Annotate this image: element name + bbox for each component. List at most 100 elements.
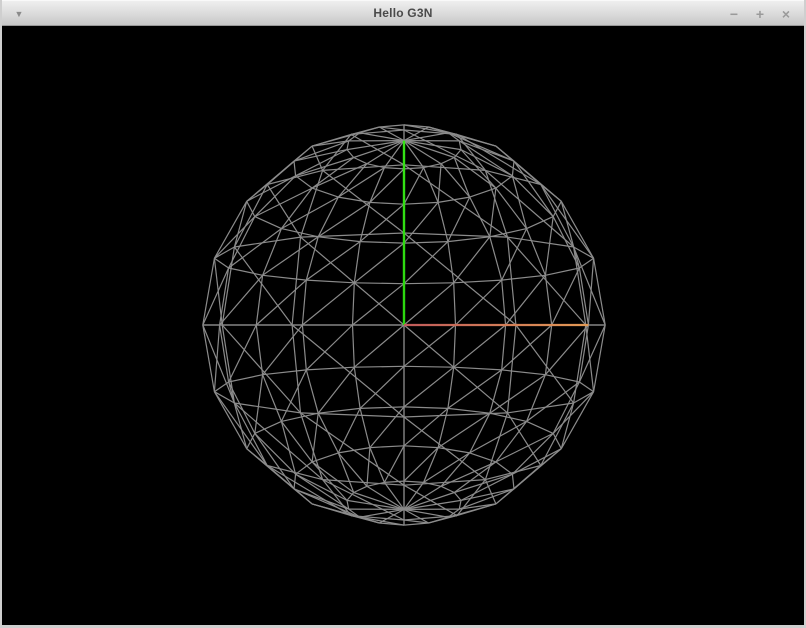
wireframe-edge xyxy=(354,283,404,284)
wireframe-edge xyxy=(360,366,404,408)
wireframe-edge xyxy=(234,403,267,466)
wireframe-edge xyxy=(214,258,222,325)
wireframe-edge xyxy=(485,413,507,480)
wireframe-edge xyxy=(367,448,370,487)
wireframe-edge xyxy=(234,201,246,247)
wireframe-edge xyxy=(496,462,513,474)
3d-viewport[interactable] xyxy=(2,26,804,625)
wireframe-edge xyxy=(404,202,438,204)
wireframe-edge xyxy=(281,413,318,421)
wireframe-edge xyxy=(496,421,527,462)
wireframe-edge xyxy=(490,237,502,280)
wireframe-edge xyxy=(214,325,219,392)
wireframe-edge xyxy=(203,258,215,325)
wireframe-edge xyxy=(404,141,461,150)
wireframe-edge xyxy=(247,176,296,202)
wireframe-edge xyxy=(448,242,454,283)
wireframe-edge xyxy=(448,367,454,408)
wireframe-edge xyxy=(553,433,561,448)
wireframe-edge xyxy=(502,325,506,370)
wireframe-edge xyxy=(281,421,312,462)
app-window: ▼ Hello G3N − + × xyxy=(0,0,806,628)
wireframe-edge xyxy=(318,408,360,413)
wireframe-edge xyxy=(229,375,263,382)
wireframe-edge xyxy=(306,370,318,413)
wireframe-edge xyxy=(545,268,579,275)
viewport-canvas[interactable] xyxy=(2,26,804,625)
wireframe-edge xyxy=(347,141,349,150)
wireframe-edge xyxy=(454,493,461,501)
close-button[interactable]: × xyxy=(778,4,794,24)
wireframe-edge xyxy=(545,375,579,382)
wireframe-edge xyxy=(354,367,360,408)
wireframe-edge xyxy=(384,482,404,509)
wireframe-edge xyxy=(354,243,404,283)
wireframe-edge xyxy=(203,268,229,325)
wireframe-edge xyxy=(454,367,502,370)
wireframe-edge xyxy=(438,202,448,241)
wireframe-edge xyxy=(301,170,323,237)
wireframe-edge xyxy=(312,413,318,462)
wireframe-edge xyxy=(404,481,424,482)
wireframe-edge xyxy=(306,242,360,281)
wireframe-edge xyxy=(301,233,405,237)
wireframe-edge xyxy=(527,421,554,433)
wireframe-edge xyxy=(296,176,313,188)
wireframe-edge xyxy=(347,500,404,509)
wireframe-edge xyxy=(508,237,516,325)
wireframe-edge xyxy=(404,407,448,409)
wireframe-edge xyxy=(354,141,404,158)
wireframe-edge xyxy=(263,370,307,375)
wireframe-edge xyxy=(574,325,586,403)
wireframe-edge xyxy=(318,237,360,242)
wireframe-edge xyxy=(306,325,352,370)
wireframe-edge xyxy=(502,370,546,375)
wireframe-edge xyxy=(263,275,307,280)
wireframe-edge xyxy=(234,247,292,325)
wireframe-edge xyxy=(438,448,470,453)
wireframe-edge xyxy=(404,366,454,367)
wireframe-edge xyxy=(353,325,355,367)
wireframe-edge xyxy=(354,158,367,164)
wireframe-edge xyxy=(384,168,404,169)
wireframe-edge xyxy=(456,280,502,325)
wireframe-edge xyxy=(234,185,267,248)
wireframe-edge xyxy=(553,382,579,433)
wireframe-edge xyxy=(222,247,234,325)
wireframe-edge xyxy=(448,408,490,413)
wireframe-edge xyxy=(338,197,370,202)
window-titlebar: ▼ Hello G3N − + × xyxy=(2,0,804,26)
wireframe-edge xyxy=(470,197,490,237)
wireframe-edge xyxy=(579,325,605,382)
wireframe-edge xyxy=(441,158,454,164)
wireframe-edge xyxy=(404,242,448,244)
wireframe-edge xyxy=(502,280,506,325)
wireframe-edge xyxy=(351,516,404,526)
wireframe-edge xyxy=(360,407,404,409)
wireframe-edge xyxy=(404,367,454,407)
wireframe-edge xyxy=(318,413,338,453)
wireframe-edge xyxy=(545,325,551,375)
wireframe-edge xyxy=(448,237,490,242)
wireframe-edge xyxy=(438,164,441,203)
wireframe-edge xyxy=(552,268,580,325)
wireframe-edge xyxy=(459,500,461,509)
wireframe-edge xyxy=(553,217,579,268)
wireframe-edge xyxy=(302,280,306,325)
wireframe-edge xyxy=(370,202,404,204)
wireframe-edge xyxy=(490,188,496,237)
wireframe-edge xyxy=(255,217,282,229)
minimize-button[interactable]: − xyxy=(726,4,742,24)
wireframe-edge xyxy=(454,325,456,367)
wireframe-edge xyxy=(404,233,508,237)
wireframe-edge xyxy=(490,229,527,237)
wireframe-edge xyxy=(404,493,454,510)
wireframe-edge xyxy=(404,168,424,205)
wireframe-edge xyxy=(404,202,438,243)
maximize-button[interactable]: + xyxy=(752,4,768,24)
wireframe-edge xyxy=(338,168,384,198)
wireframe-edge xyxy=(306,280,354,283)
wireframe-edge xyxy=(229,325,257,382)
wireframe-edge xyxy=(404,446,438,448)
wireframe-edge xyxy=(541,403,574,466)
